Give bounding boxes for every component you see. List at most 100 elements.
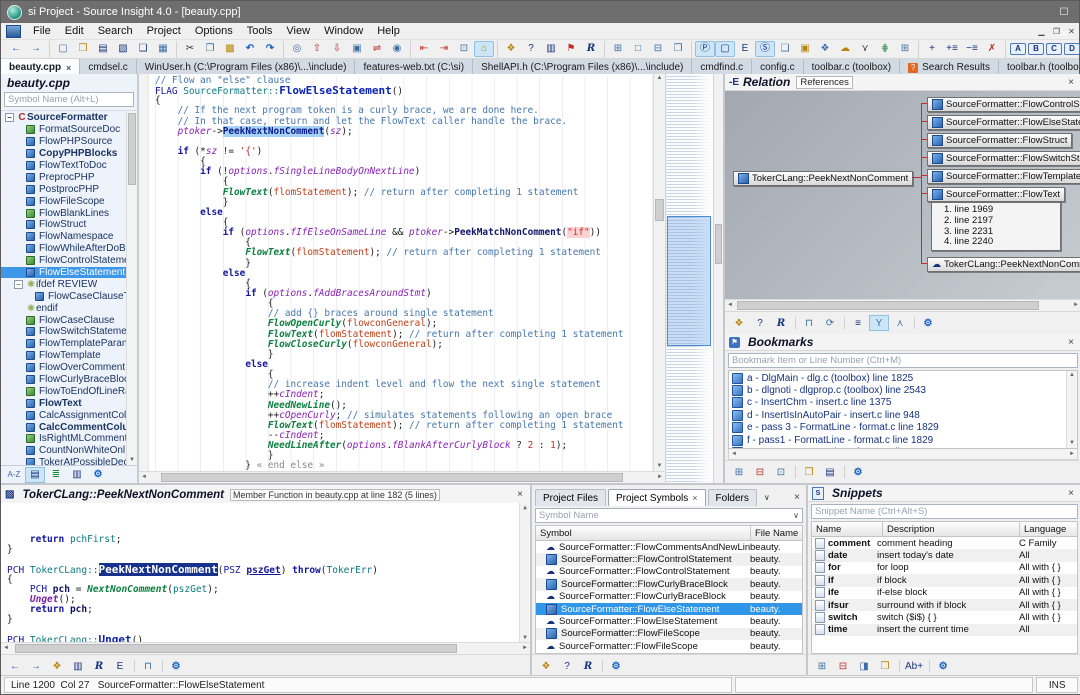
project-tab-project-files[interactable]: Project Files: [535, 489, 606, 506]
menu-item-view[interactable]: View: [279, 23, 317, 39]
symbol-tree-item[interactable]: TokerAtPossibleDec: [1, 457, 127, 465]
symbol-tree-item[interactable]: FlowCurlyBraceBloc: [1, 374, 127, 386]
reference-icon[interactable]: R: [771, 315, 791, 331]
view-snippet-icon[interactable]: ◨: [854, 658, 874, 674]
settings-gear-icon[interactable]: ⚙: [848, 464, 868, 480]
delete-bookmark-icon[interactable]: ⊟: [750, 464, 770, 480]
chevron-down-icon[interactable]: ∨: [793, 511, 799, 520]
save-as-icon[interactable]: ▧: [113, 41, 133, 57]
select-mode-icon[interactable]: ▢: [715, 41, 735, 57]
relation-horizontal-scrollbar[interactable]: ◄ ►: [725, 299, 1080, 311]
indent-icon[interactable]: +≡: [942, 41, 962, 57]
sort-alpha-icon[interactable]: A-Z: [4, 467, 24, 483]
snippet-properties-icon[interactable]: ❒: [875, 658, 895, 674]
column-header-symbol[interactable]: Symbol: [536, 528, 750, 539]
new-snippet-icon[interactable]: ⊞: [812, 658, 832, 674]
project-tab-folders[interactable]: Folders: [708, 489, 757, 506]
goto-bookmark-icon[interactable]: ⊡: [771, 464, 791, 480]
scroll-down-icon[interactable]: ▼: [654, 462, 665, 471]
relation-root-node[interactable]: TokerCLang::PeekNextNonComment: [733, 171, 913, 186]
bookmark-item[interactable]: c - InsertChm - insert.c line 1375: [729, 397, 1067, 409]
menu-item-project[interactable]: Project: [140, 23, 188, 39]
browse-symbols-icon[interactable]: ❖: [501, 41, 521, 57]
search-icon[interactable]: ◎: [287, 41, 307, 57]
snippet-search-input[interactable]: [811, 504, 1078, 519]
group-view-icon[interactable]: ≣: [46, 467, 66, 483]
open-file-icon[interactable]: ❒: [73, 41, 93, 57]
context-code-area[interactable]: ▲ ▼ return pchFirst;} PCH TokerCLang::Pe…: [1, 503, 530, 642]
mdi-close-button[interactable]: ✕: [1064, 27, 1079, 36]
context-horizontal-scrollbar[interactable]: ◄ ►: [1, 642, 530, 654]
settings-gear-icon[interactable]: ⚙: [918, 315, 938, 331]
contents-icon[interactable]: ▥: [67, 467, 87, 483]
symbol-tree-item[interactable]: CalcCommentColum: [1, 421, 127, 433]
symbol-info-icon[interactable]: ❖: [536, 658, 556, 674]
new-file-icon[interactable]: ▢: [53, 41, 73, 57]
symbol-tree-item[interactable]: CountNonWhiteOnl: [1, 445, 127, 457]
custom-command-b-icon[interactable]: B: [1028, 43, 1044, 55]
tile-windows-icon[interactable]: ⊞: [608, 41, 628, 57]
overview-minimap[interactable]: [665, 74, 723, 483]
mdi-minimize-button[interactable]: ▁: [1034, 27, 1049, 36]
full-window-icon[interactable]: □: [628, 41, 648, 57]
project-tab-project-symbols[interactable]: Project Symbols×: [608, 489, 706, 506]
relation-node[interactable]: SourceFormatter::FlowElseStatement: [927, 115, 1080, 130]
context-symbol-info[interactable]: Member Function in beauty.cpp at line 18…: [230, 489, 440, 501]
symbol-tree-item[interactable]: FlowTemplate: [1, 350, 127, 362]
editor-vscroll-thumb[interactable]: [655, 199, 664, 221]
close-icon[interactable]: ×: [1065, 337, 1077, 348]
relation-node[interactable]: SourceFormatter::FlowControlStatemen: [927, 97, 1080, 112]
symbol-tree-item[interactable]: PreprocPHP: [1, 171, 127, 183]
open-icon[interactable]: ❒: [799, 464, 819, 480]
menu-item-window[interactable]: Window: [317, 23, 370, 39]
column-header-name[interactable]: Name: [812, 524, 882, 535]
symbol-tree-item[interactable]: FlowOverComment: [1, 362, 127, 374]
refresh-icon[interactable]: ⟳: [820, 315, 840, 331]
symbol-tree-item[interactable]: FlowCaseClause: [1, 314, 127, 326]
symbol-tree-item[interactable]: FlowCaseClauseT: [1, 290, 127, 302]
help-icon[interactable]: ?: [557, 658, 577, 674]
next-link-icon[interactable]: ⇥: [434, 41, 454, 57]
symbol-tree-item[interactable]: ❋endif: [1, 302, 127, 314]
scroll-right-icon[interactable]: ►: [1071, 300, 1080, 311]
symbol-info-icon[interactable]: ❖: [47, 658, 67, 674]
relation-graph[interactable]: SourceFormatter::FlowControlStatemenSour…: [725, 91, 1080, 299]
split-window-icon[interactable]: ⊟: [648, 41, 668, 57]
forward-icon[interactable]: →: [26, 41, 46, 57]
chevron-down-icon[interactable]: ∨: [759, 489, 775, 506]
graph-view-icon[interactable]: Y: [869, 315, 889, 331]
reference-line-item[interactable]: 2. line 2197: [944, 216, 1054, 227]
preview-window-icon[interactable]: ▣: [795, 41, 815, 57]
close-icon[interactable]: ×: [788, 489, 806, 506]
project-symbol-row[interactable]: SourceFormatter::FlowControlStatementbea…: [536, 553, 802, 565]
cloud-sync-icon[interactable]: ☁: [835, 41, 855, 57]
minimap-viewport[interactable]: [667, 216, 711, 346]
menu-item-help[interactable]: Help: [370, 23, 407, 39]
delete-snippet-icon[interactable]: ⊟: [833, 658, 853, 674]
snippet-row[interactable]: forfor loopAll with { }: [812, 562, 1077, 574]
bookmark-search-input[interactable]: [728, 353, 1078, 368]
lock-icon[interactable]: ⊓: [138, 658, 158, 674]
symbol-tree-item[interactable]: −CSourceFormatter: [1, 112, 127, 124]
close-icon[interactable]: ×: [1065, 488, 1077, 499]
settings-gear-icon[interactable]: ⚙: [933, 658, 953, 674]
copy-icon[interactable]: ❐: [200, 41, 220, 57]
symbol-tree-item[interactable]: FlowTemplateParan: [1, 338, 127, 350]
project-symbol-row[interactable]: SourceFormatter::FlowFileScopebeauty.: [536, 628, 802, 640]
relation-node[interactable]: ☁TokerCLang::PeekNextNonComment: [927, 257, 1080, 272]
undo-icon[interactable]: ↶: [240, 41, 260, 57]
symbol-tree-item[interactable]: CalcAssignmentCol: [1, 409, 127, 421]
menu-item-options[interactable]: Options: [188, 23, 240, 39]
symbol-tree-item[interactable]: FlowTextToDoc: [1, 160, 127, 172]
forward-icon[interactable]: →: [26, 658, 46, 674]
back-icon[interactable]: ←: [5, 658, 25, 674]
relation-icon[interactable]: Ε: [110, 658, 130, 674]
previous-link-icon[interactable]: ⇤: [414, 41, 434, 57]
menu-item-tools[interactable]: Tools: [240, 23, 280, 39]
outdent-icon[interactable]: −≡: [962, 41, 982, 57]
search-backward-icon[interactable]: ⇧: [307, 41, 327, 57]
menu-item-edit[interactable]: Edit: [58, 23, 91, 39]
project-symbol-row[interactable]: ☁SourceFormatter::FlowFileScopebeauty.: [536, 640, 802, 652]
editor-vertical-scrollbar[interactable]: ▲ ▼: [653, 74, 665, 471]
symbol-tree-item[interactable]: FlowBlankLines: [1, 207, 127, 219]
